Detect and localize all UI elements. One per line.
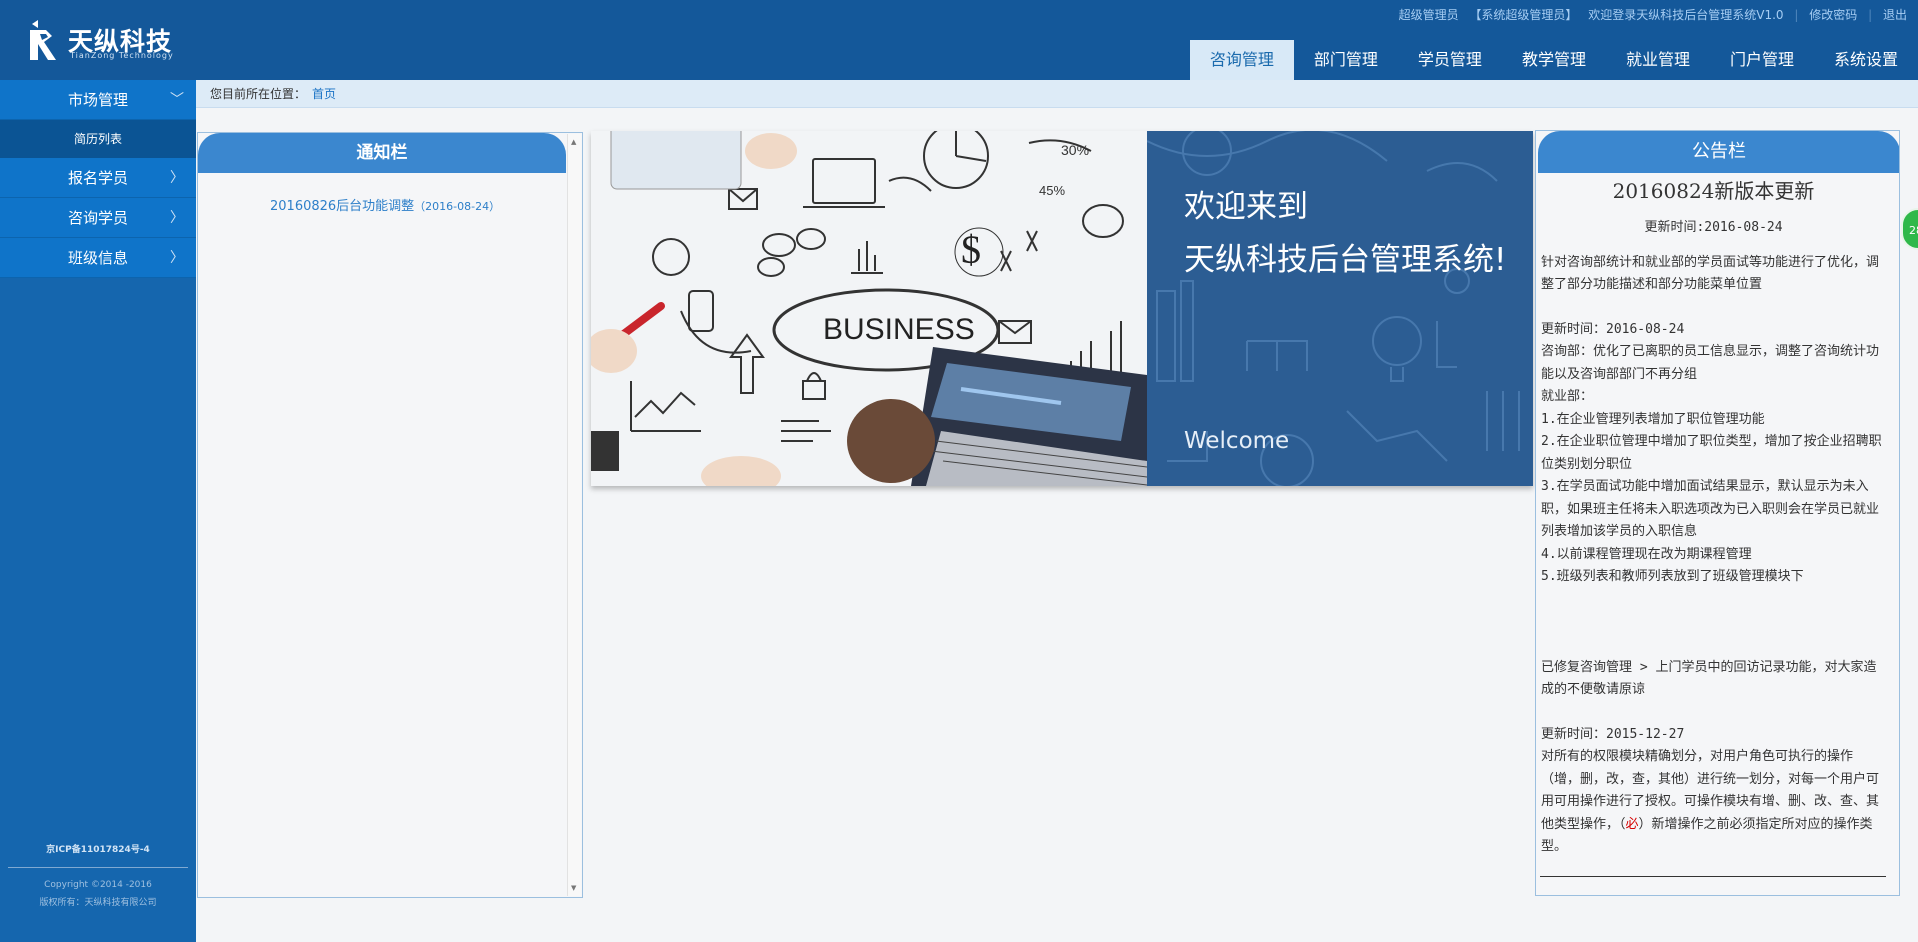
icp-number: 京ICP备11017824号-4 bbox=[46, 845, 150, 855]
banner-title-line2: 天纵科技后台管理系统! bbox=[1184, 242, 1507, 278]
update-time: 更新时间：2015-12-27 bbox=[1541, 726, 1685, 742]
main-nav: 咨询管理 部门管理 学员管理 教学管理 就业管理 门户管理 系统设置 bbox=[1189, 40, 1918, 80]
floating-counter-badge[interactable]: 28 bbox=[1901, 208, 1918, 250]
sidebar-item-market[interactable]: 市场管理 ﹀ bbox=[0, 80, 196, 120]
notice-panel: 通知栏 20160826后台功能调整（2016-08-24） ▲ ▼ bbox=[197, 132, 583, 898]
sidebar-item-class-info[interactable]: 班级信息 〉 bbox=[0, 238, 196, 278]
logo[interactable]: 天纵科技 TianZong Technology bbox=[26, 18, 196, 66]
user-role: 超级管理员 bbox=[1398, 8, 1459, 22]
divider bbox=[1540, 876, 1886, 877]
announcement-list-item: 1.在企业管理列表增加了职位管理功能 bbox=[1541, 411, 1765, 427]
announcement-panel-title: 公告栏 bbox=[1538, 131, 1899, 173]
announcement-paragraph: 咨询部：优化了已离职的员工信息显示，调整了咨询统计功能以及咨询部部门不再分组 bbox=[1541, 344, 1880, 382]
announcement-paragraph: 针对咨询部统计和就业部的学员面试等功能进行了优化，调整了部分功能描述和部分功能菜… bbox=[1541, 254, 1880, 293]
notice-scrollbar[interactable]: ▲ ▼ bbox=[567, 134, 581, 896]
chevron-down-icon: ﹀ bbox=[170, 92, 184, 108]
chevron-right-icon: 〉 bbox=[170, 210, 184, 226]
sidebar-footer: 京ICP备11017824号-4 Copyright ©2014 -2016 版… bbox=[0, 841, 196, 912]
sidebar-item-consult[interactable]: 咨询学员 〉 bbox=[0, 198, 196, 238]
notice-item-link[interactable]: 20160826后台功能调整（2016-08-24） bbox=[270, 195, 500, 214]
announcement-list-item: 5.班级列表和教师列表放到了班级管理模块下 bbox=[1541, 569, 1804, 584]
notice-item-text: 20160826后台功能调整 bbox=[270, 199, 415, 214]
change-password-link[interactable]: 修改密码 bbox=[1809, 8, 1857, 22]
announcement-headline: 20160824新版本更新 bbox=[1612, 179, 1815, 203]
update-time: 更新时间：2016-08-24 bbox=[1541, 321, 1685, 337]
illustration-business-text: BUSINESS bbox=[823, 313, 975, 346]
sidebar-item-label: 咨询学员 bbox=[67, 209, 128, 227]
notice-item-date: （2016-08-24） bbox=[414, 200, 501, 213]
divider: | bbox=[1868, 8, 1873, 22]
user-name: 【系统超级管理员】 bbox=[1469, 8, 1578, 22]
welcome-banner: BUSINESS 30% 45% $ 欢迎来到 天纵科技后台管理系统! Welc… bbox=[591, 131, 1533, 486]
sidebar-item-label: 报名学员 bbox=[67, 169, 128, 187]
nav-tab-employment[interactable]: 就业管理 bbox=[1606, 40, 1710, 80]
banner-title-line1: 欢迎来到 bbox=[1184, 189, 1308, 225]
scroll-up-icon[interactable]: ▲ bbox=[571, 138, 576, 146]
nav-tab-teaching[interactable]: 教学管理 bbox=[1502, 40, 1606, 80]
header: 天纵科技 TianZong Technology 超级管理员 【系统超级管理员】… bbox=[0, 0, 1918, 80]
nav-tab-department[interactable]: 部门管理 bbox=[1294, 40, 1398, 80]
required-mark: 必 bbox=[1625, 816, 1639, 832]
sidebar-item-label: 市场管理 bbox=[67, 91, 128, 109]
announcement-list-item: 2.在企业职位管理中增加了职位类型，增加了按企业招聘职位类别划分职位 bbox=[1541, 434, 1882, 472]
announcement-fix-note: 已修复咨询管理 > 上门学员中的回访记录功能，对大家造成的不便敬请原谅 bbox=[1541, 659, 1877, 698]
welcome-text: 欢迎登录天纵科技后台管理系统V1.0 bbox=[1588, 8, 1784, 22]
breadcrumb-home-link[interactable]: 首页 bbox=[312, 87, 336, 101]
breadcrumb: 您目前所在位置： 首页 bbox=[196, 80, 1918, 108]
announcement-paragraph: 对所有的权限模块精确划分，对用户角色可执行的操作（增，删，改，查，其他）进行统一… bbox=[1541, 749, 1880, 854]
nav-tab-settings[interactable]: 系统设置 bbox=[1814, 40, 1918, 80]
breadcrumb-prefix: 您目前所在位置： bbox=[210, 87, 307, 101]
announcement-paragraph: 就业部： bbox=[1541, 389, 1594, 404]
announcement-panel: 公告栏 20160824新版本更新 更新时间:2016-08-24 针对咨询部统… bbox=[1535, 130, 1900, 896]
nav-tab-student[interactable]: 学员管理 bbox=[1398, 40, 1502, 80]
logout-link[interactable]: 退出 bbox=[1883, 8, 1907, 22]
announcement-list-item: 4.以前课程管理现在改为期课程管理 bbox=[1541, 546, 1752, 562]
brand-subtitle: TianZong Technology bbox=[70, 51, 174, 60]
divider: | bbox=[1794, 8, 1799, 22]
chevron-right-icon: 〉 bbox=[170, 250, 184, 266]
banner-welcome-panel: 欢迎来到 天纵科技后台管理系统! Welcome bbox=[1147, 131, 1533, 486]
business-sketch-image: BUSINESS 30% 45% $ bbox=[591, 131, 1147, 486]
nav-tab-portal[interactable]: 门户管理 bbox=[1710, 40, 1814, 80]
svg-text:45%: 45% bbox=[1039, 183, 1065, 198]
nav-tab-consult[interactable]: 咨询管理 bbox=[1189, 40, 1294, 80]
top-user-info: 超级管理员 【系统超级管理员】 欢迎登录天纵科技后台管理系统V1.0 | 修改密… bbox=[1398, 6, 1908, 23]
sidebar: 市场管理 ﹀ 简历列表 报名学员 〉 咨询学员 〉 班级信息 〉 京ICP备11… bbox=[0, 80, 196, 942]
svg-text:$: $ bbox=[961, 227, 981, 272]
svg-text:30%: 30% bbox=[1061, 142, 1089, 158]
sidebar-item-enroll[interactable]: 报名学员 〉 bbox=[0, 158, 196, 198]
scroll-down-icon[interactable]: ▼ bbox=[571, 884, 576, 892]
rights-reserved: 版权所有：天纵科技有限公司 bbox=[39, 898, 157, 908]
update-time: 更新时间:2016-08-24 bbox=[1644, 220, 1783, 235]
sidebar-subitem-resume-list[interactable]: 简历列表 bbox=[0, 120, 196, 158]
announcement-content: 20160824新版本更新 更新时间:2016-08-24 针对咨询部统计和就业… bbox=[1541, 175, 1886, 859]
business-illustration: BUSINESS 30% 45% $ bbox=[591, 131, 1147, 486]
banner-welcome-text: Welcome bbox=[1184, 428, 1290, 454]
divider bbox=[8, 867, 188, 868]
copyright: Copyright ©2014 -2016 bbox=[44, 880, 152, 890]
sidebar-item-label: 班级信息 bbox=[67, 249, 128, 267]
chevron-right-icon: 〉 bbox=[170, 170, 184, 186]
announcement-list-item: 3.在学员面试功能中增加面试结果显示，默认显示为未入职，如果班主任将未入职选项改… bbox=[1541, 479, 1880, 539]
logo-mark-icon bbox=[30, 20, 56, 60]
notice-panel-title: 通知栏 bbox=[198, 133, 566, 173]
